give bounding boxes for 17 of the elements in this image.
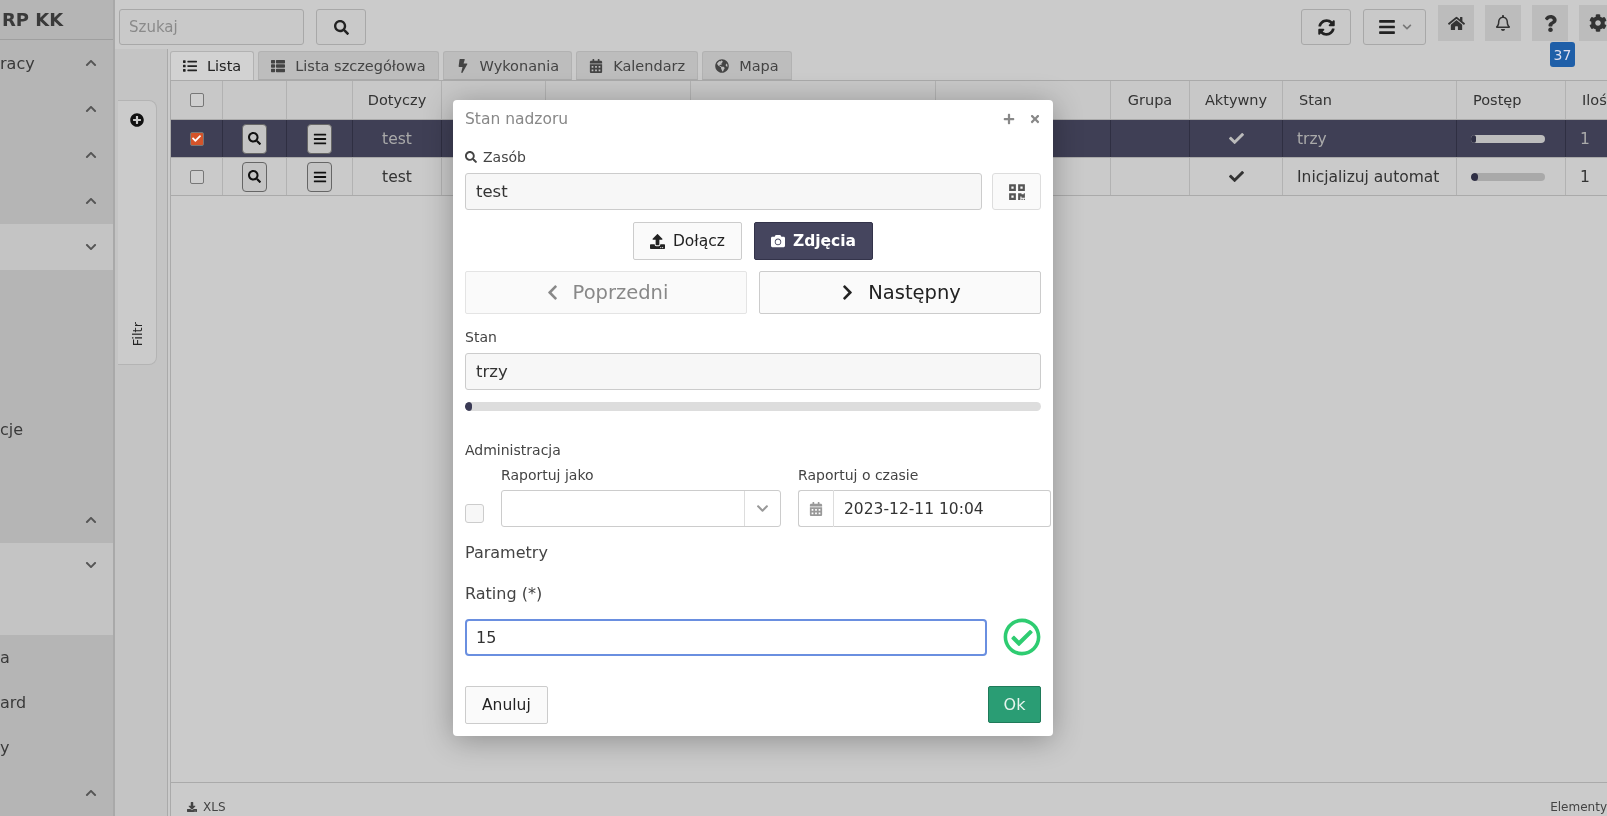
section-title: Parametry xyxy=(465,543,549,563)
table-cell: test xyxy=(353,120,442,157)
table-cell: trzy xyxy=(1283,120,1457,157)
notification-badge: 37 xyxy=(1550,42,1575,67)
table-cell: test xyxy=(353,158,442,195)
field-label: Zasób xyxy=(483,149,526,165)
field-label: Stan xyxy=(465,328,498,346)
table-cell: 1 xyxy=(1566,120,1607,157)
dialog-title: Stan nadzoru xyxy=(465,110,569,128)
field-label: Raportuj o czasie xyxy=(798,466,920,484)
table-cell: 1 xyxy=(1566,158,1607,195)
count-label: Elementy xyxy=(1550,801,1607,813)
field-label: Raportuj jako xyxy=(501,466,595,484)
section-label: Administracja xyxy=(465,441,562,459)
field-label: Rating (*) xyxy=(465,584,544,604)
table-cell: Inicjalizuj automat xyxy=(1283,158,1457,195)
filter-label: Filtr xyxy=(130,321,144,346)
